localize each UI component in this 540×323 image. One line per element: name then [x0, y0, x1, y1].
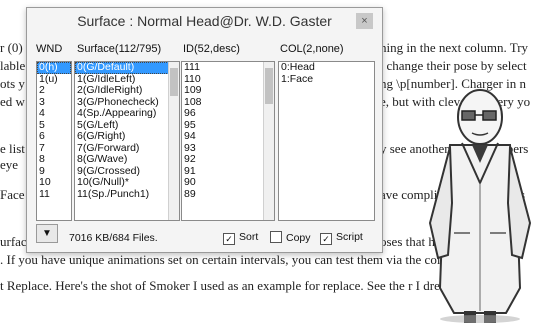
title-bar[interactable]: Surface : Normal Head@Dr. W.D. Gaster ×: [27, 8, 382, 34]
surface-list-item[interactable]: 0(G/Default): [75, 62, 179, 74]
copy-checkbox-label: Copy: [286, 232, 311, 244]
document-text-line: hing in the next column. Try: [380, 40, 529, 55]
surface-scroll-thumb[interactable]: [170, 68, 178, 96]
col-header: COL(2,none): [280, 43, 344, 55]
id-list-item[interactable]: 96: [182, 107, 274, 120]
close-button[interactable]: ×: [356, 13, 373, 29]
document-text-line: t Replace. Here's the shot of Smoker I u…: [0, 278, 450, 293]
wnd-list-item[interactable]: 0(h): [37, 62, 71, 74]
document-text-line: . If you have unique animations set on c…: [0, 252, 467, 267]
surface-dialog: Surface : Normal Head@Dr. W.D. Gaster × …: [26, 7, 383, 253]
surface-list[interactable]: 0(G/Default) 1(G/IdleLeft) 2(G/IdleRight) 3…: [74, 61, 180, 221]
copy-checkbox[interactable]: Copy: [270, 231, 311, 244]
document-text-line: e list: [0, 141, 25, 156]
document-text-line: eye: [0, 157, 19, 172]
gaster-character-sprite: [428, 89, 532, 323]
col-list-item[interactable]: 1:Face: [279, 73, 374, 86]
surface-header: Surface(112/795): [77, 43, 162, 55]
document-text-line: r (0): [0, 40, 23, 55]
wnd-list-item[interactable]: 6: [37, 130, 71, 143]
wnd-header: WND: [36, 43, 63, 55]
document-text-line: ots y: [0, 76, 25, 91]
sort-checkbox-label: Sort: [239, 231, 259, 243]
id-header: ID(52,desc): [183, 43, 240, 55]
script-checkbox[interactable]: ✓ Script: [320, 231, 363, 245]
wnd-list-item[interactable]: 10: [37, 176, 71, 189]
sort-checkbox[interactable]: ✓ Sort: [223, 231, 258, 245]
wnd-list-item[interactable]: 2: [37, 84, 71, 97]
id-list-item[interactable]: 94: [182, 130, 274, 143]
script-checkbox-box[interactable]: ✓: [320, 233, 332, 245]
surface-list-item[interactable]: 2(G/IdleRight): [75, 84, 179, 97]
surface-list-item[interactable]: 6(G/Right): [75, 130, 179, 143]
down-arrow-button[interactable]: ▼: [36, 224, 58, 243]
surface-scrollbar[interactable]: [168, 62, 179, 220]
dialog-title: Surface : Normal Head@Dr. W.D. Gaster: [77, 13, 332, 29]
id-list-item[interactable]: 109: [182, 84, 274, 97]
document-text-line: . change their pose by select: [380, 58, 527, 73]
col-list-item[interactable]: 0:Head: [279, 62, 374, 74]
id-list-item[interactable]: 111: [182, 62, 274, 74]
document-text-line: Face: [0, 187, 25, 202]
document-text-line: lable: [0, 58, 26, 73]
wnd-list[interactable]: 0(h) 1(u) 2 3 4 5 6 7 8 9 10 11: [36, 61, 72, 221]
id-scrollbar[interactable]: [263, 62, 274, 220]
id-list-item[interactable]: 92: [182, 153, 274, 166]
script-checkbox-label: Script: [336, 231, 363, 243]
surface-list-item[interactable]: 10(G/Null)*: [75, 176, 179, 189]
status-text: 7016 KB/684 Files.: [69, 232, 158, 244]
sort-checkbox-box[interactable]: ✓: [223, 233, 235, 245]
copy-checkbox-box[interactable]: [270, 231, 282, 243]
document-text-line: ed w: [0, 94, 25, 109]
wnd-list-item[interactable]: 4: [37, 107, 71, 120]
surface-list-item[interactable]: 8(G/Wave): [75, 153, 179, 166]
id-scroll-thumb[interactable]: [265, 68, 273, 104]
id-list-item[interactable]: 89: [182, 188, 274, 201]
wnd-list-item[interactable]: 11: [37, 188, 71, 201]
document-text-line: urfac: [0, 234, 27, 249]
id-list-item[interactable]: 90: [182, 176, 274, 189]
wnd-list-item[interactable]: 8: [37, 153, 71, 166]
id-list[interactable]: 111 110 109 108 96 95 94 93 92 91 90 89: [181, 61, 275, 221]
surface-list-item[interactable]: 4(Sp./Appearing): [75, 107, 179, 120]
surface-list-item[interactable]: 11(Sp./Punch1): [75, 188, 179, 201]
col-list[interactable]: 0:Head 1:Face: [278, 61, 375, 221]
